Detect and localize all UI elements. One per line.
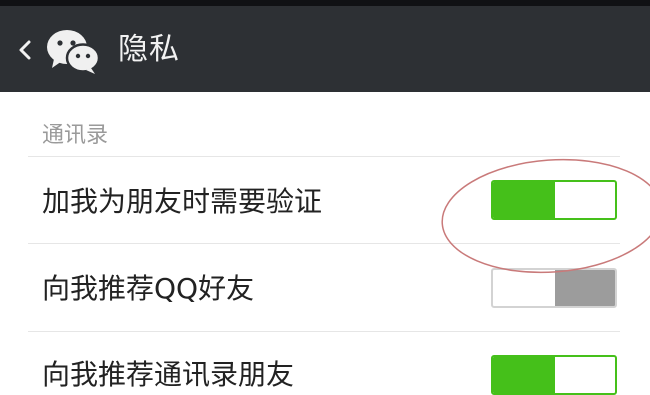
setting-label-recommend-qq: 向我推荐QQ好友 (42, 272, 255, 305)
toggle-fill (493, 357, 555, 393)
back-button[interactable] (8, 28, 42, 72)
page-title: 隐私 (118, 32, 180, 67)
setting-label-verify-friend: 加我为朋友时需要验证 (42, 185, 323, 218)
divider (28, 243, 620, 244)
privacy-settings: 通讯录 加我为朋友时需要验证 向我推荐QQ好友 向我推荐通讯录朋友 (0, 92, 650, 395)
wechat-logo-icon (44, 26, 102, 76)
toggle-fill (493, 182, 555, 218)
header-bar: 隐私 (0, 6, 650, 92)
toggle-fill (555, 270, 615, 306)
toggle-recommend-qq[interactable] (491, 268, 617, 308)
toggle-recommend-contacts[interactable] (491, 355, 617, 395)
setting-label-recommend-contacts: 向我推荐通讯录朋友 (42, 358, 295, 391)
divider (28, 156, 620, 157)
divider (28, 331, 620, 332)
section-label-contacts: 通讯录 (42, 123, 109, 148)
chevron-left-icon (19, 40, 31, 60)
toggle-verify-friend[interactable] (491, 180, 617, 220)
